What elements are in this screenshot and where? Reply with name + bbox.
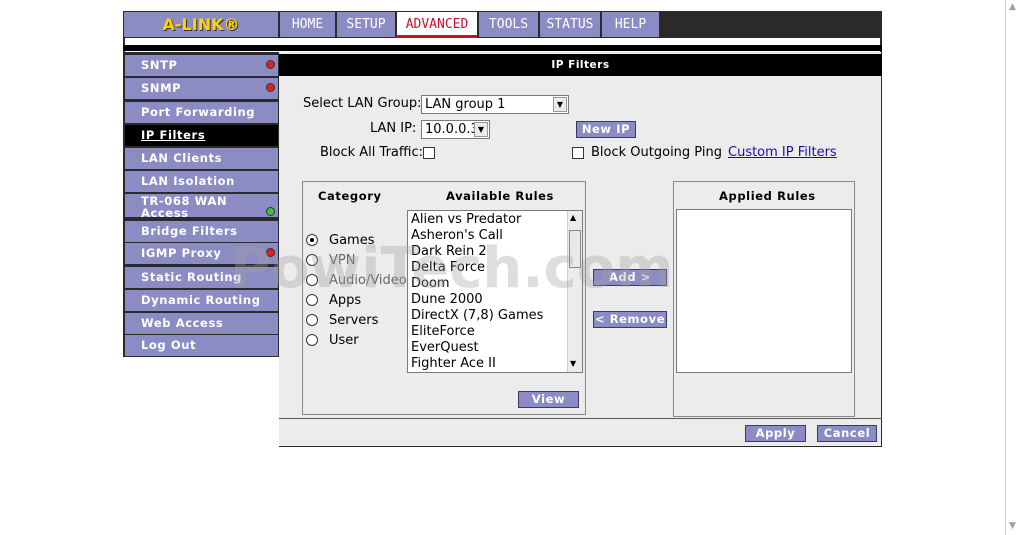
header-bar: [123, 45, 882, 51]
list-item[interactable]: Alien vs Predator: [411, 212, 521, 227]
watermark: PowiTech.com: [230, 236, 674, 301]
cancel-button[interactable]: Cancel: [817, 425, 877, 442]
category-header: Category: [318, 189, 382, 203]
sidebar-item-lan-clients[interactable]: LAN Clients: [125, 148, 278, 169]
category-label-servers: Servers: [329, 313, 379, 328]
scroll-up-icon[interactable]: ▲: [570, 213, 576, 222]
sidebar-item-label: IP Filters: [141, 128, 206, 142]
sidebar-item-label: Log Out: [141, 338, 197, 352]
sidebar-item-web-access-control[interactable]: Web Access Control: [125, 313, 278, 351]
list-item[interactable]: DirectX (7,8) Games: [411, 308, 543, 323]
page-scrollbar[interactable]: ▲ ▼: [1005, 0, 1022, 535]
lan-group-label: Select LAN Group:: [303, 96, 422, 111]
list-item[interactable]: EverQuest: [411, 340, 479, 355]
tab-setup[interactable]: SETUP: [335, 12, 395, 37]
chevron-down-icon[interactable]: ▼: [474, 122, 488, 137]
tab-tools[interactable]: TOOLS: [477, 12, 538, 37]
sidebar-item-ip-filters[interactable]: IP Filters: [125, 125, 278, 146]
block-all-label: Block All Traffic:: [320, 145, 423, 160]
list-item[interactable]: EliteForce: [411, 324, 475, 339]
status-red-icon: [266, 83, 275, 92]
remove-button[interactable]: < Remove: [593, 311, 667, 328]
applied-rules-header: Applied Rules: [719, 189, 816, 203]
sidebar-item-label: IGMP Proxy: [141, 246, 222, 260]
custom-ip-filters-link[interactable]: Custom IP Filters: [728, 145, 837, 160]
lan-group-value: LAN group 1: [425, 97, 506, 112]
scroll-down-icon[interactable]: ▼: [570, 359, 576, 368]
sidebar-item-port-forwarding[interactable]: Port Forwarding: [125, 102, 278, 123]
sidebar-item-label: LAN Clients: [141, 151, 223, 165]
category-radio-user[interactable]: [306, 334, 318, 346]
lan-group-select[interactable]: LAN group 1 ▼: [421, 95, 569, 114]
block-all-checkbox[interactable]: [423, 147, 435, 159]
tab-status[interactable]: STATUS: [538, 12, 600, 37]
lan-ip-label: LAN IP:: [370, 121, 417, 136]
sidebar-item-log-out[interactable]: Log Out: [125, 335, 278, 356]
sidebar-item-label: Port Forwarding: [141, 105, 256, 119]
block-ping-label: Block Outgoing Ping: [591, 145, 722, 160]
sidebar-item-label: Static Routing: [141, 270, 243, 284]
list-item[interactable]: Fighter Ace II: [411, 356, 496, 371]
sidebar-item-sntp[interactable]: SNTP: [125, 55, 278, 76]
tab-advanced[interactable]: ADVANCED: [395, 12, 477, 38]
page-title: IP Filters: [279, 54, 882, 76]
view-button[interactable]: View: [518, 391, 579, 408]
status-red-icon: [266, 60, 275, 69]
block-ping-checkbox[interactable]: [572, 147, 584, 159]
sidebar-item-snmp[interactable]: SNMP: [125, 78, 278, 99]
sidebar-item-tr068-pad: [245, 194, 278, 217]
available-rules-header: Available Rules: [446, 189, 554, 203]
tab-home[interactable]: HOME: [278, 12, 335, 37]
sidebar-item-tr068-wan-access[interactable]: TR-068 WAN Access: [125, 194, 245, 220]
sidebar-item-lan-isolation[interactable]: LAN Isolation: [125, 171, 278, 192]
chevron-down-icon[interactable]: ▼: [553, 97, 567, 112]
brand-logo: A-LINK®: [124, 12, 278, 37]
sidebar-item-label: LAN Isolation: [141, 174, 235, 188]
scroll-down-icon[interactable]: ▼: [1009, 521, 1016, 531]
category-label-user: User: [329, 333, 359, 348]
tab-help[interactable]: HELP: [600, 12, 659, 37]
sidebar-item-label: Bridge Filters: [141, 224, 238, 238]
status-green-icon: [266, 207, 275, 216]
new-ip-button[interactable]: New IP: [576, 121, 636, 138]
sidebar-item-label: TR-068 WAN Access: [141, 194, 228, 220]
footer-divider: [279, 418, 882, 419]
lan-ip-select[interactable]: 10.0.0.3 ▼: [421, 120, 490, 139]
sidebar-item-label: SNMP: [141, 81, 182, 95]
category-radio-servers[interactable]: [306, 314, 318, 326]
scroll-up-icon[interactable]: ▲: [1009, 2, 1016, 12]
apply-button[interactable]: Apply: [745, 425, 806, 442]
lan-ip-value: 10.0.0.3: [425, 122, 479, 137]
sidebar-item-label: SNTP: [141, 58, 178, 72]
